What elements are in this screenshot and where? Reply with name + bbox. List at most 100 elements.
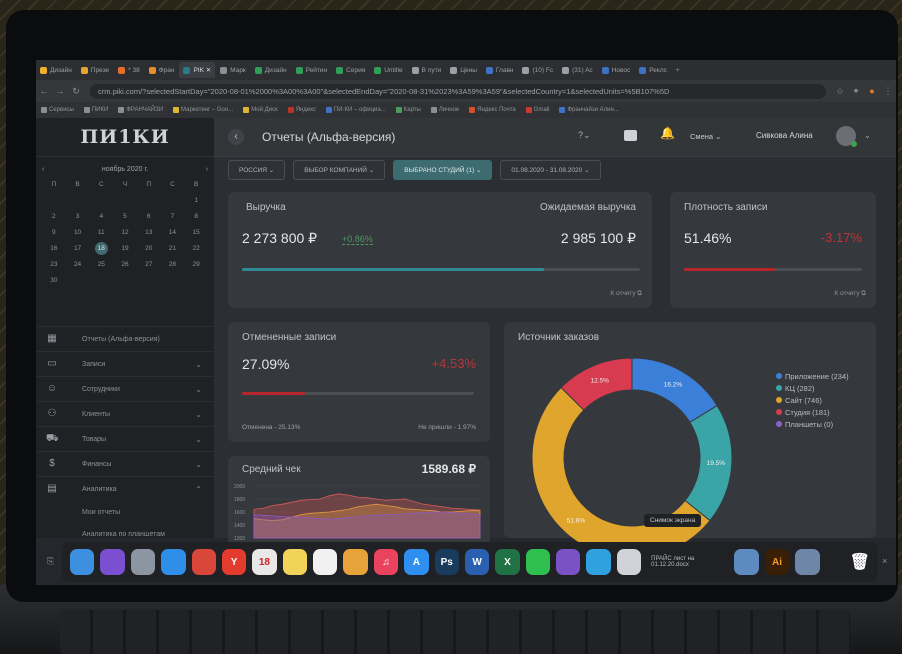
sidebar-item[interactable]: ▤ Аналитика ⌃ — [36, 476, 214, 501]
calendar-day[interactable]: 20 — [137, 242, 161, 255]
excel-icon[interactable]: X — [495, 549, 520, 575]
calendar-day[interactable]: 2 — [42, 210, 66, 223]
calendar-day[interactable]: 1 — [184, 194, 208, 207]
forward-arrow-icon[interactable]: → — [52, 86, 68, 96]
shift-menu[interactable]: Смена ⌄ — [690, 132, 721, 141]
revenue-report-link[interactable]: К отчету ⧉ — [610, 290, 642, 298]
legend-item[interactable]: Приложение (234) — [776, 370, 849, 382]
browser-tab[interactable]: Реклс — [635, 62, 671, 78]
calendar-day[interactable]: 16 — [42, 242, 66, 255]
new-tab-button[interactable]: + — [672, 62, 684, 78]
browser-tab[interactable]: Untitle — [370, 62, 406, 78]
preview-icon[interactable] — [616, 549, 642, 575]
calendar-day[interactable]: 12 — [113, 226, 137, 239]
browser-tab[interactable]: (31) Ac — [558, 62, 597, 78]
calendar-prev-icon[interactable]: ‹ — [42, 166, 44, 173]
browser-tab[interactable]: В пути — [408, 62, 446, 78]
dock-close-icon[interactable]: × — [882, 556, 887, 566]
calendar-day[interactable]: 25 — [89, 258, 113, 271]
bookmark-item[interactable]: Сервисы — [41, 107, 74, 113]
profile-icon[interactable]: ● — [864, 86, 880, 96]
legend-item[interactable]: Планшеты (0) — [776, 418, 849, 430]
browser-menu-icon[interactable]: ⋮ — [880, 86, 896, 97]
filter-dropdown[interactable]: ВЫБОР КОМПАНИЙ ⌄ — [293, 160, 386, 180]
bookmark-item[interactable]: ФРАНЧАЙЗИ — [118, 107, 163, 113]
legend-item[interactable]: Сайт (746) — [776, 394, 849, 406]
calendar-day[interactable]: 13 — [137, 226, 161, 239]
calendar-day[interactable]: 6 — [137, 210, 161, 223]
calendar-day[interactable]: 15 — [184, 226, 208, 239]
url-field[interactable]: crm.piki.com/?selectedStartDay="2020-08-… — [90, 83, 826, 99]
calendar-day[interactable]: 17 — [66, 242, 90, 255]
bookmark-item[interactable]: ПИ-КИ – официа... — [325, 107, 386, 113]
calendar-day[interactable]: 8 — [184, 210, 208, 223]
safari-icon[interactable] — [161, 549, 186, 575]
telegram-icon[interactable] — [586, 549, 611, 575]
sidebar-item[interactable]: ⛟ Товары ⌄ — [36, 426, 214, 451]
sidebar-subitem[interactable]: Мои отчеты — [36, 501, 214, 523]
browser-tab[interactable]: Дизайн — [36, 62, 76, 78]
viber-icon[interactable] — [556, 549, 581, 575]
calendar-icon[interactable]: 18 — [252, 549, 277, 575]
calendar-day[interactable]: 22 — [184, 242, 208, 255]
sidebar-item[interactable]: ▦ Отчеты (Альфа-версия) — [36, 326, 214, 351]
bookmark-item[interactable]: Яндекс — [287, 107, 316, 113]
illustrator-icon[interactable]: Ai — [764, 549, 790, 575]
revenue-delta[interactable]: +0.86% — [342, 234, 373, 245]
sidebar-item[interactable]: ⚇ Клиенты ⌄ — [36, 401, 214, 426]
photos-icon[interactable] — [343, 549, 368, 575]
browser-tab[interactable]: Дизайн — [251, 62, 291, 78]
bookmark-item[interactable]: Мой Диск — [243, 107, 278, 113]
notes-icon[interactable] — [282, 549, 307, 575]
legend-item[interactable]: Студия (181) — [776, 406, 849, 418]
calendar-day[interactable]: 21 — [161, 242, 185, 255]
reload-icon[interactable]: ↻ — [68, 86, 84, 97]
bookmark-item[interactable]: ПИКИ — [83, 107, 108, 113]
sidebar-item[interactable]: ▭ Записи ⌄ — [36, 351, 214, 376]
trash-icon[interactable]: 🗑 — [848, 549, 872, 575]
calendar-day[interactable]: 4 — [89, 210, 113, 223]
browser-tab[interactable]: Новос — [598, 62, 635, 78]
chat-icon[interactable] — [624, 130, 637, 141]
filter-dropdown[interactable]: РОССИЯ ⌄ — [228, 160, 286, 180]
launchpad-icon[interactable] — [130, 549, 156, 575]
yandex-browser-icon[interactable]: Y — [221, 549, 247, 575]
calendar-day[interactable]: 7 — [161, 210, 185, 223]
calendar-day[interactable]: 9 — [42, 226, 66, 239]
calendar-day[interactable]: 11 — [89, 226, 113, 239]
user-menu-chevron-icon[interactable]: ⌄ — [864, 131, 871, 140]
browser-tab[interactable]: Цены — [446, 62, 481, 78]
sidebar-item[interactable]: $ Финансы ⌄ — [36, 451, 214, 476]
chrome-icon[interactable] — [191, 549, 216, 575]
app-logo[interactable]: ПИ1КИ — [36, 118, 214, 157]
browser-tab[interactable]: PIK ✕ — [179, 62, 216, 78]
calendar-day[interactable]: 19 — [113, 242, 137, 255]
bookmark-item[interactable]: Личное — [430, 107, 459, 113]
legend-item[interactable]: КЦ (282) — [776, 382, 849, 394]
browser-tab[interactable]: Фран — [145, 62, 179, 78]
calendar-day[interactable]: 24 — [66, 258, 90, 271]
browser-tab[interactable]: Марк — [216, 62, 250, 78]
browser-tab[interactable]: * 38 — [114, 62, 144, 78]
user-name[interactable]: Сивкова Алина — [756, 131, 813, 140]
image-file-icon[interactable] — [734, 549, 759, 575]
sidebar-item[interactable]: ☺ Сотрудники ⌄ — [36, 376, 214, 401]
bookmark-item[interactable]: Gmail — [525, 107, 549, 113]
reminders-icon[interactable] — [313, 549, 338, 575]
bookmark-item[interactable]: Яндекс Почта — [469, 107, 516, 113]
calendar-day[interactable]: 18 — [94, 242, 108, 255]
calendar-next-icon[interactable]: › — [206, 166, 208, 173]
back-button[interactable]: ‹ — [228, 129, 244, 145]
calendar-day[interactable]: 27 — [137, 258, 161, 271]
music-icon[interactable]: ♫ — [373, 549, 399, 575]
browser-tab[interactable]: (10) Fc — [518, 62, 557, 78]
filter-dropdown[interactable]: ВЫБРАНО СТУДИЙ (1) ⌄ — [393, 160, 493, 180]
siri-icon[interactable] — [100, 549, 125, 575]
notification-bell-icon[interactable]: 🔔 — [660, 126, 675, 140]
calendar-day[interactable]: 10 — [66, 226, 90, 239]
filter-dropdown[interactable]: 01.08.2020 - 31.08.2020 ⌄ — [500, 160, 601, 180]
dock-file-label[interactable]: ПРАЙС лист на 01.12.20.docx — [651, 556, 728, 568]
whatsapp-icon[interactable] — [525, 549, 550, 575]
bookmark-item[interactable]: Франчайзи Алин... — [559, 107, 619, 113]
calendar-day[interactable]: 3 — [66, 210, 90, 223]
